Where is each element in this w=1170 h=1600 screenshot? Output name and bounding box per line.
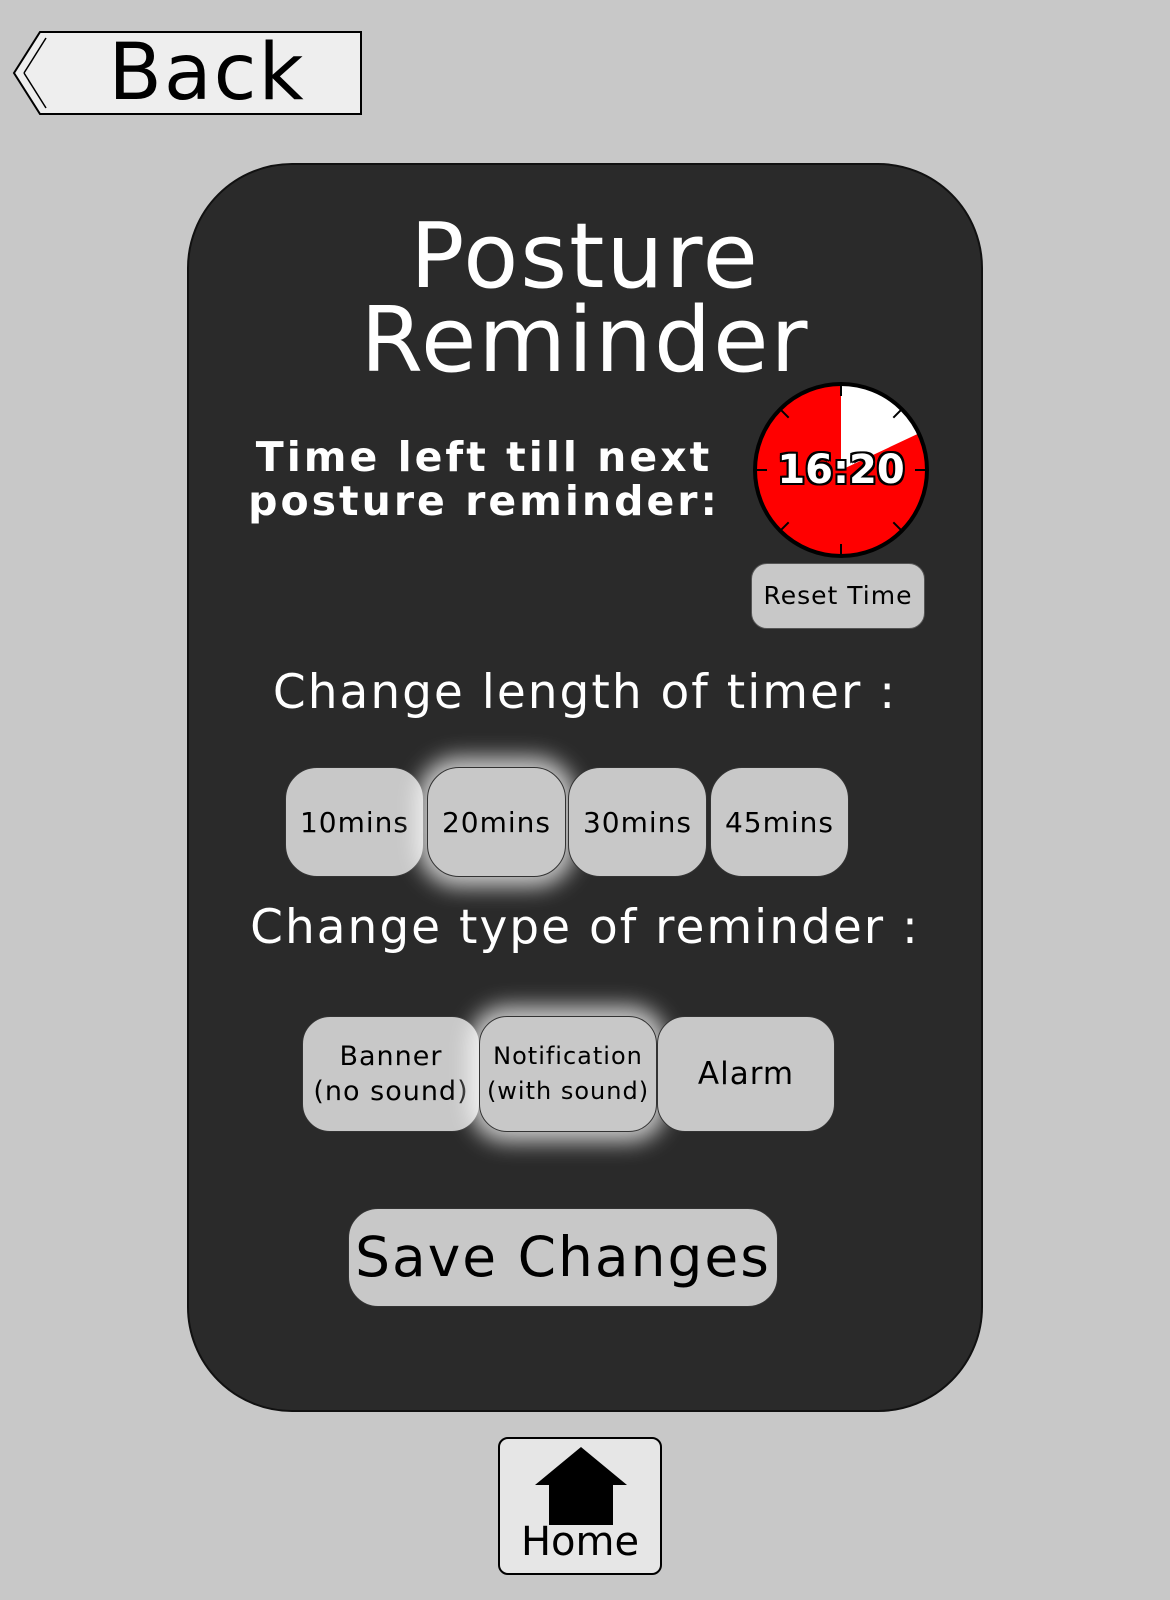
posture-reminder-panel: Posture Reminder Time left till next pos…	[187, 163, 983, 1412]
length-option-45mins[interactable]: 45mins	[710, 767, 849, 877]
time-left-label: Time left till next posture reminder:	[234, 435, 734, 523]
title-line-1: Posture	[410, 204, 760, 309]
reset-time-button[interactable]: Reset Time	[751, 563, 925, 629]
house-icon	[535, 1447, 627, 1525]
type-option-notification-line-2: (with sound)	[486, 1077, 650, 1105]
save-changes-button[interactable]: Save Changes	[348, 1208, 778, 1307]
type-option-banner[interactable]: Banner (no sound)	[302, 1016, 480, 1132]
type-option-alarm-line-1: Alarm	[697, 1056, 795, 1092]
page-title: Posture Reminder	[189, 204, 981, 393]
length-option-30mins[interactable]: 30mins	[568, 767, 707, 877]
time-left-label-line-2: posture reminder:	[248, 477, 720, 525]
timer-length-label: Change length of timer :	[272, 665, 898, 720]
back-button[interactable]: Back	[12, 30, 362, 116]
length-option-20mins[interactable]: 20mins	[427, 767, 566, 877]
type-option-alarm[interactable]: Alarm	[657, 1016, 835, 1132]
type-option-banner-line-1: Banner	[339, 1041, 443, 1072]
reminder-type-label: Change type of reminder :	[250, 900, 920, 955]
home-button-label: Home	[520, 1519, 640, 1565]
timer-value: 16:20	[777, 447, 905, 493]
type-option-notification-line-1: Notification	[493, 1042, 643, 1070]
back-button-label: Back	[108, 28, 306, 118]
type-option-banner-line-2: (no sound)	[313, 1076, 469, 1107]
title-line-2: Reminder	[360, 288, 810, 393]
countdown-timer: 16:20	[751, 380, 931, 560]
time-left-label-line-1: Time left till next	[255, 433, 713, 481]
type-option-notification[interactable]: Notification (with sound)	[479, 1016, 657, 1132]
home-button[interactable]: Home	[498, 1437, 662, 1575]
length-option-10mins[interactable]: 10mins	[285, 767, 424, 877]
